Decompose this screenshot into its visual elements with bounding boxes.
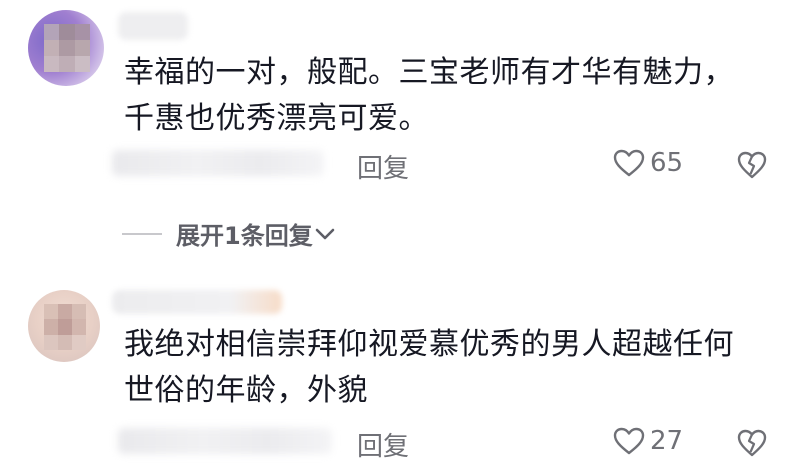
heart-outline-icon — [613, 427, 645, 455]
chevron-down-icon — [315, 228, 335, 239]
comment-item: 幸福的一对，般配。三宝老师有才华有魅力， 千惠也优秀漂亮可爱。 回复 65 — [0, 0, 800, 200]
username-blurred[interactable] — [118, 12, 188, 40]
timestamp-blurred — [112, 150, 324, 176]
comment-text: 我绝对相信崇拜仰视爱慕优秀的男人超越任何 世俗的年龄，外貌 — [124, 322, 734, 414]
timestamp-blurred — [118, 428, 332, 454]
username-blurred[interactable] — [112, 290, 282, 314]
dislike-button[interactable] — [736, 150, 768, 184]
divider-line — [122, 232, 162, 235]
comment-item: 我绝对相信崇拜仰视爱慕优秀的男人超越任何 世俗的年龄，外貌 回复 27 — [0, 282, 800, 462]
avatar[interactable] — [28, 10, 104, 86]
heart-outline-icon — [613, 149, 645, 177]
like-count: 27 — [650, 426, 684, 456]
like-button[interactable]: 27 — [612, 426, 683, 456]
broken-heart-icon — [737, 151, 767, 179]
like-count: 65 — [650, 148, 684, 178]
comment-text: 幸福的一对，般配。三宝老师有才华有魅力， 千惠也优秀漂亮可爱。 — [124, 50, 734, 142]
comment-text-line: 幸福的一对，般配。三宝老师有才华有魅力， — [124, 55, 734, 90]
reply-button[interactable]: 回复 — [357, 426, 409, 463]
comment-text-line: 千惠也优秀漂亮可爱。 — [124, 101, 429, 136]
expand-replies-label: 展开1条回复 — [176, 222, 313, 250]
broken-heart-icon — [737, 429, 767, 457]
like-button[interactable]: 65 — [612, 148, 683, 178]
comment-text-line: 世俗的年龄，外貌 — [124, 373, 368, 408]
expand-replies-button[interactable]: 展开1条回复 — [122, 216, 335, 251]
avatar[interactable] — [28, 290, 100, 362]
comment-text-line: 我绝对相信崇拜仰视爱慕优秀的男人超越任何 — [124, 327, 734, 362]
reply-button[interactable]: 回复 — [357, 148, 409, 185]
avatar-mosaic — [44, 304, 86, 350]
dislike-button[interactable] — [736, 428, 768, 462]
avatar-mosaic — [44, 24, 90, 72]
